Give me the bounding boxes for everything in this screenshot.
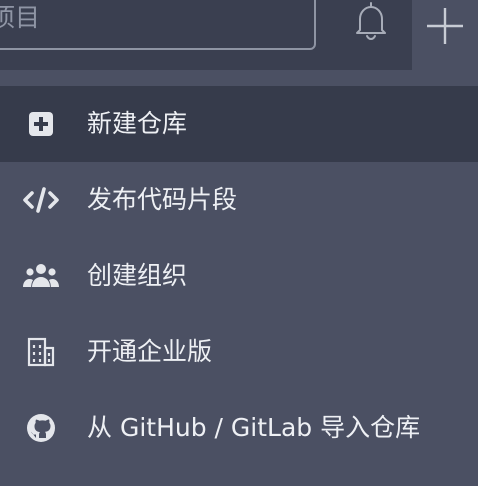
menu-item-label: 从 GitHub / GitLab 导入仓库 [87,413,421,442]
code-icon [22,181,60,219]
search-input[interactable]: 项目 [0,0,316,50]
github-icon [22,409,60,447]
menu-item-create-organization[interactable]: 创建组织 [0,238,478,314]
create-dropdown-menu: 新建仓库 发布代码片段 创建组织 开通企业版 从 GitHub / GitLab… [0,70,478,486]
notifications-button[interactable] [348,0,394,46]
menu-item-label: 新建仓库 [87,109,188,138]
menu-item-enterprise[interactable]: 开通企业版 [0,314,478,390]
building-icon [22,333,60,371]
menu-item-import-repository[interactable]: 从 GitHub / GitLab 导入仓库 [0,390,478,466]
users-icon [22,257,60,295]
menu-item-label: 开通企业版 [87,337,213,366]
plus-icon [425,0,465,50]
search-placeholder: 项目 [0,3,41,32]
top-bar: 项目 [0,0,478,70]
add-square-icon [22,105,60,143]
menu-item-publish-snippet[interactable]: 发布代码片段 [0,162,478,238]
bell-icon [353,1,389,45]
create-button[interactable] [412,0,478,70]
menu-item-label: 创建组织 [87,261,188,290]
menu-item-new-repository[interactable]: 新建仓库 [0,86,478,162]
menu-item-label: 发布代码片段 [87,185,238,214]
